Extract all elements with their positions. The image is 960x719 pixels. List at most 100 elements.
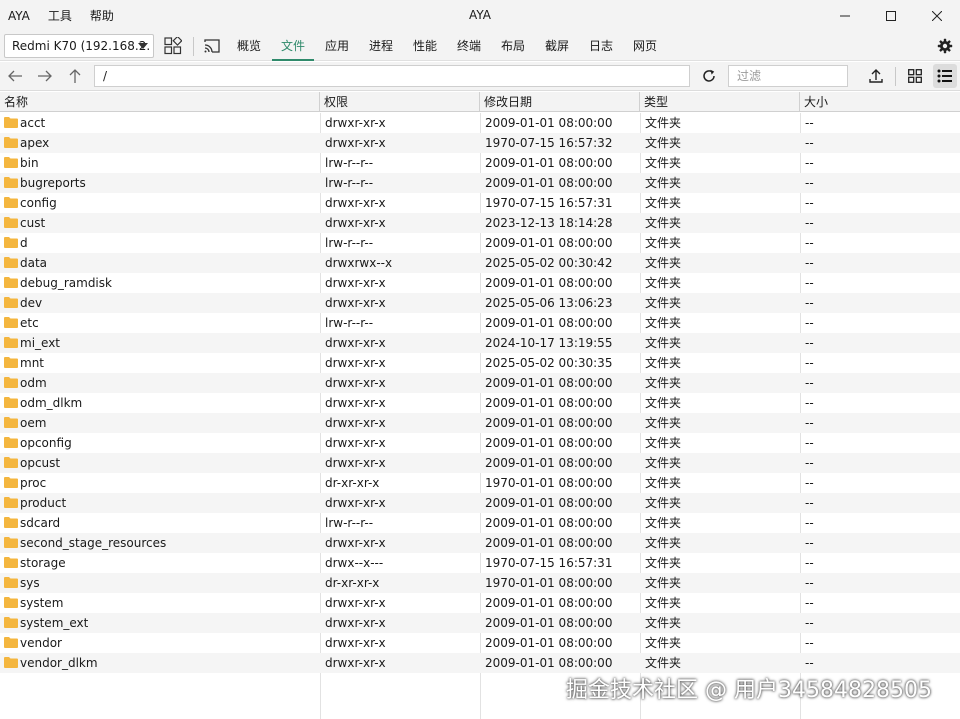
table-row[interactable]: oem drwxr-xr-x 2009-01-01 08:00:00 文件夹 -- <box>0 413 960 433</box>
table-row[interactable]: storage drwx--x--- 1970-07-15 16:57:31 文件夹 -… <box>0 553 960 573</box>
column-header-name[interactable]: 名称 <box>0 92 320 112</box>
table-row[interactable]: second_stage_resources drwxr-xr-x 2009-01-… <box>0 533 960 553</box>
filter-input[interactable] <box>728 65 848 87</box>
folder-icon <box>4 537 18 548</box>
apps-grid-button[interactable] <box>163 36 183 56</box>
file-name: sdcard <box>20 516 61 530</box>
file-modified-date: 2025-05-02 00:30:42 <box>485 256 613 270</box>
menu-item-tools[interactable]: 工具 <box>48 7 72 24</box>
settings-button[interactable] <box>935 36 955 56</box>
folder-icon <box>4 657 18 668</box>
table-row[interactable]: system drwxr-xr-x 2009-01-01 08:00:00 文件夹 -- <box>0 593 960 613</box>
table-row[interactable]: system_ext drwxr-xr-x 2009-01-01 08:00:00 文… <box>0 613 960 633</box>
file-type: 文件夹 <box>645 376 682 390</box>
file-type: 文件夹 <box>645 416 682 430</box>
cast-button[interactable] <box>202 36 222 56</box>
refresh-button[interactable] <box>699 66 719 86</box>
arrow-left-icon <box>8 70 22 82</box>
folder-icon <box>4 377 18 388</box>
tab-terminal[interactable]: 终端 <box>451 31 487 61</box>
maximize-button[interactable] <box>868 0 914 31</box>
minimize-button[interactable] <box>822 0 868 31</box>
table-row[interactable]: apex drwxr-xr-x 1970-07-15 16:57:32 文件夹 -- <box>0 133 960 153</box>
tab-performance[interactable]: 性能 <box>407 31 443 61</box>
file-name: apex <box>20 136 50 150</box>
grid-view-icon <box>908 69 922 83</box>
table-row[interactable]: mnt drwxr-xr-x 2025-05-02 00:30:35 文件夹 -- <box>0 353 960 373</box>
file-type: 文件夹 <box>645 536 682 550</box>
file-type: 文件夹 <box>645 656 682 670</box>
close-button[interactable] <box>914 0 960 31</box>
gear-icon <box>937 38 953 54</box>
file-type: 文件夹 <box>645 576 682 590</box>
table-row[interactable]: bugreports lrw-r--r-- 2009-01-01 08:00:00 文… <box>0 173 960 193</box>
navigation-toolbar <box>0 62 960 91</box>
file-type: 文件夹 <box>645 236 682 250</box>
column-header-type[interactable]: 类型 <box>640 92 800 112</box>
tab-files[interactable]: 文件 <box>272 31 314 61</box>
table-row[interactable]: opcust drwxr-xr-x 2009-01-01 08:00:00 文件夹 -- <box>0 453 960 473</box>
table-row[interactable]: sys dr-xr-xr-x 1970-01-01 08:00:00 文件夹 -- <box>0 573 960 593</box>
table-row[interactable]: acct drwxr-xr-x 2009-01-01 08:00:00 文件夹 -- <box>0 113 960 133</box>
upload-icon <box>869 69 883 83</box>
file-modified-date: 2009-01-01 08:00:00 <box>485 636 613 650</box>
forward-button[interactable] <box>35 66 55 86</box>
file-size: -- <box>805 236 814 250</box>
file-permissions: drwxr-xr-x <box>325 396 386 410</box>
table-row[interactable]: vendor drwxr-xr-x 2009-01-01 08:00:00 文件夹 -- <box>0 633 960 653</box>
file-size: -- <box>805 656 814 670</box>
menu-item-aya[interactable]: AYA <box>8 9 30 23</box>
tab-webview[interactable]: 网页 <box>627 31 663 61</box>
file-size: -- <box>805 176 814 190</box>
column-header-permissions[interactable]: 权限 <box>320 92 480 112</box>
menu-item-help[interactable]: 帮助 <box>90 7 114 24</box>
table-row[interactable]: cust drwxr-xr-x 2023-12-13 18:14:28 文件夹 -- <box>0 213 960 233</box>
table-row[interactable]: odm_dlkm drwxr-xr-x 2009-01-01 08:00:00 文件夹… <box>0 393 960 413</box>
file-type: 文件夹 <box>645 256 682 270</box>
table-row[interactable]: mi_ext drwxr-xr-x 2024-10-17 13:19:55 文件夹 -- <box>0 333 960 353</box>
tab-apps[interactable]: 应用 <box>319 31 355 61</box>
back-button[interactable] <box>5 66 25 86</box>
table-row[interactable]: vendor_dlkm drwxr-xr-x 2009-01-01 08:00:00… <box>0 653 960 673</box>
file-permissions: lrw-r--r-- <box>325 156 374 170</box>
device-select[interactable]: Redmi K70 (192.168.2. <box>4 34 154 58</box>
column-header-size[interactable]: 大小 <box>800 92 960 112</box>
path-input[interactable] <box>94 65 690 87</box>
file-size: -- <box>805 116 814 130</box>
list-view-button[interactable] <box>933 64 957 88</box>
column-header-modified[interactable]: 修改日期 <box>480 92 640 112</box>
file-modified-date: 2009-01-01 08:00:00 <box>485 656 613 670</box>
table-row[interactable]: debug_ramdisk drwxr-xr-x 2009-01-01 08:00:… <box>0 273 960 293</box>
table-row[interactable]: config drwxr-xr-x 1970-07-15 16:57:31 文件夹 -- <box>0 193 960 213</box>
menu-bar: AYA 工具 帮助 <box>0 0 132 31</box>
table-row[interactable]: etc lrw-r--r-- 2009-01-01 08:00:00 文件夹 -- <box>0 313 960 333</box>
file-permissions: drwxr-xr-x <box>325 216 386 230</box>
table-row[interactable]: product drwxr-xr-x 2009-01-01 08:00:00 文件夹 -… <box>0 493 960 513</box>
file-type: 文件夹 <box>645 116 682 130</box>
file-name: opconfig <box>20 436 72 450</box>
table-row[interactable]: opconfig drwxr-xr-x 2009-01-01 08:00:00 文件夹… <box>0 433 960 453</box>
grid-view-button[interactable] <box>905 66 925 86</box>
tab-layout[interactable]: 布局 <box>495 31 531 61</box>
tab-overview[interactable]: 概览 <box>231 31 267 61</box>
table-row[interactable]: data drwxrwx--x 2025-05-02 00:30:42 文件夹 -- <box>0 253 960 273</box>
table-row[interactable]: d lrw-r--r-- 2009-01-01 08:00:00 文件夹 -- <box>0 233 960 253</box>
upload-button[interactable] <box>866 66 886 86</box>
table-row[interactable]: proc dr-xr-xr-x 1970-01-01 08:00:00 文件夹 -- <box>0 473 960 493</box>
folder-icon <box>4 197 18 208</box>
file-permissions: drwxr-xr-x <box>325 376 386 390</box>
table-row[interactable]: odm drwxr-xr-x 2009-01-01 08:00:00 文件夹 -- <box>0 373 960 393</box>
file-permissions: lrw-r--r-- <box>325 516 374 530</box>
file-modified-date: 2025-05-02 00:30:35 <box>485 356 613 370</box>
file-name: vendor_dlkm <box>20 656 98 670</box>
tab-logs[interactable]: 日志 <box>583 31 619 61</box>
file-type: 文件夹 <box>645 356 682 370</box>
file-modified-date: 1970-07-15 16:57:31 <box>485 196 613 210</box>
up-button[interactable] <box>65 66 85 86</box>
tab-processes[interactable]: 进程 <box>363 31 399 61</box>
file-permissions: lrw-r--r-- <box>325 176 374 190</box>
table-row[interactable]: sdcard lrw-r--r-- 2009-01-01 08:00:00 文件夹 -- <box>0 513 960 533</box>
table-row[interactable]: dev drwxr-xr-x 2025-05-06 13:06:23 文件夹 -- <box>0 293 960 313</box>
tab-screenshot[interactable]: 截屏 <box>539 31 575 61</box>
table-row[interactable]: bin lrw-r--r-- 2009-01-01 08:00:00 文件夹 -- <box>0 153 960 173</box>
